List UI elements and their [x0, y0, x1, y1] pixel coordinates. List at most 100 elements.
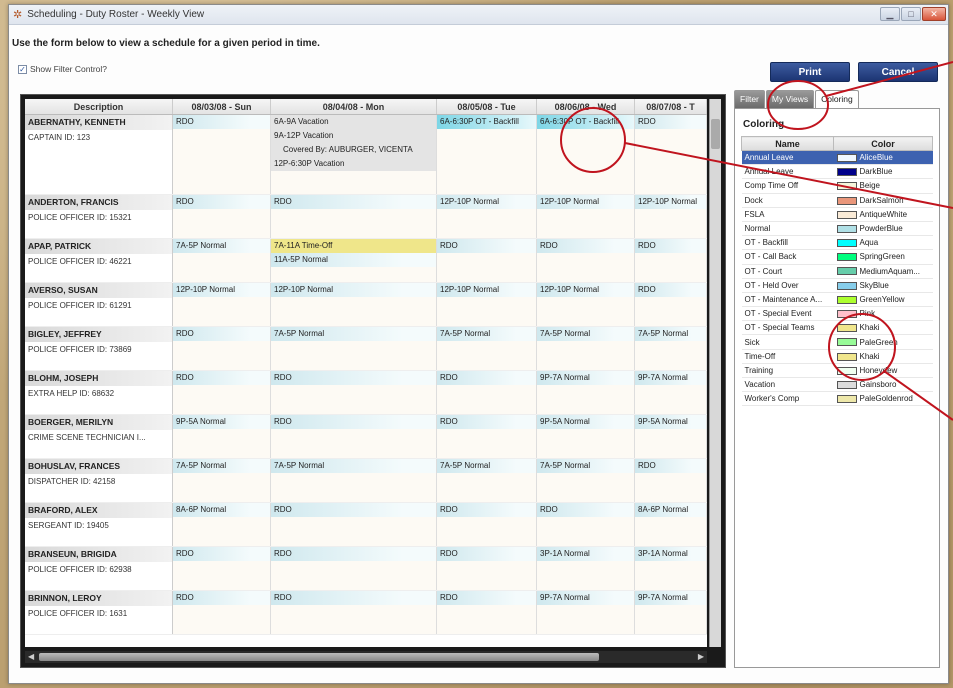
shift-entry[interactable]: RDO: [173, 327, 270, 341]
coloring-row[interactable]: Worker's Comp PaleGoldenrod: [741, 391, 933, 407]
schedule-cell[interactable]: 9P-5A Normal: [537, 415, 635, 458]
schedule-cell[interactable]: RDO: [173, 115, 271, 194]
schedule-cell[interactable]: 12P-10P Normal: [537, 283, 635, 326]
shift-entry[interactable]: 12P-10P Normal: [173, 283, 270, 297]
schedule-cell[interactable]: 7A-5P Normal: [271, 327, 437, 370]
schedule-cell[interactable]: 7A-5P Normal: [537, 327, 635, 370]
shift-entry[interactable]: 6A-6:30P OT - Backfill: [537, 115, 634, 129]
column-header[interactable]: 08/04/08 - Mon: [271, 99, 437, 114]
shift-entry[interactable]: 8A-6P Normal: [173, 503, 270, 517]
coloring-color[interactable]: Khaki: [833, 349, 933, 364]
shift-entry[interactable]: RDO: [271, 591, 436, 605]
shift-entry[interactable]: RDO: [173, 547, 270, 561]
schedule-cell[interactable]: 7A-5P Normal: [635, 327, 707, 370]
coloring-color[interactable]: DarkBlue: [833, 164, 933, 180]
schedule-cell[interactable]: 12P-10P Normal: [271, 283, 437, 326]
schedule-cell[interactable]: 12P-10P Normal: [635, 195, 707, 238]
schedule-cell[interactable]: 9P-7A Normal: [635, 591, 707, 634]
shift-entry[interactable]: 12P-6:30P Vacation: [271, 157, 436, 171]
schedule-cell[interactable]: 7A-5P Normal: [173, 459, 271, 502]
coloring-row[interactable]: Comp Time Off Beige: [741, 178, 933, 194]
coloring-row[interactable]: OT - Special Event Pink: [741, 306, 933, 322]
schedule-cell[interactable]: 12P-10P Normal: [437, 283, 537, 326]
vertical-scrollbar[interactable]: [709, 99, 721, 647]
column-header[interactable]: 08/03/08 - Sun: [173, 99, 271, 114]
coloring-row[interactable]: Normal PowderBlue: [741, 221, 933, 237]
shift-entry[interactable]: RDO: [173, 371, 270, 385]
coloring-row[interactable]: Sick PaleGreen: [741, 334, 933, 350]
shift-entry[interactable]: RDO: [173, 115, 270, 129]
shift-entry[interactable]: RDO: [437, 371, 536, 385]
shift-entry[interactable]: 9P-5A Normal: [635, 415, 706, 429]
shift-entry[interactable]: 6A-9A Vacation: [271, 115, 436, 129]
shift-entry[interactable]: RDO: [437, 591, 536, 605]
schedule-cell[interactable]: 6A-6:30P OT - Backfill: [437, 115, 537, 194]
schedule-cell[interactable]: 7A-11A Time-Off 11A-5P Normal: [271, 239, 437, 282]
coloring-row[interactable]: OT - Backfill Aqua: [741, 235, 933, 251]
shift-entry[interactable]: 7A-5P Normal: [635, 327, 706, 341]
shift-entry[interactable]: 9A-12P Vacation: [271, 129, 436, 143]
coloring-color[interactable]: Gainsboro: [833, 377, 933, 393]
shift-entry[interactable]: 12P-10P Normal: [271, 283, 436, 297]
schedule-cell[interactable]: RDO: [635, 283, 707, 326]
shift-entry[interactable]: RDO: [271, 547, 436, 561]
shift-entry[interactable]: RDO: [537, 239, 634, 253]
schedule-cell[interactable]: 7A-5P Normal: [173, 239, 271, 282]
schedule-cell[interactable]: RDO: [635, 239, 707, 282]
shift-entry[interactable]: 9P-5A Normal: [173, 415, 270, 429]
show-filter-checkbox[interactable]: ✓: [18, 64, 27, 74]
schedule-cell[interactable]: 9P-5A Normal: [635, 415, 707, 458]
schedule-cell[interactable]: RDO: [437, 415, 537, 458]
horizontal-scroll-thumb[interactable]: [39, 653, 599, 661]
shift-entry[interactable]: 12P-10P Normal: [437, 283, 536, 297]
tab-coloring[interactable]: Coloring: [815, 90, 859, 108]
column-header[interactable]: 08/05/08 - Tue: [437, 99, 537, 114]
coloring-color[interactable]: Aqua: [833, 235, 933, 251]
maximize-button[interactable]: □: [901, 7, 921, 21]
schedule-cell[interactable]: 12P-10P Normal: [173, 283, 271, 326]
schedule-cell[interactable]: RDO: [173, 327, 271, 370]
shift-entry[interactable]: 12P-10P Normal: [537, 195, 634, 209]
schedule-cell[interactable]: RDO: [173, 591, 271, 634]
schedule-cell[interactable]: 3P-1A Normal: [635, 547, 707, 590]
shift-entry[interactable]: 3P-1A Normal: [537, 547, 634, 561]
coloring-row[interactable]: OT - Maintenance A... GreenYellow: [741, 292, 933, 308]
schedule-cell[interactable]: RDO: [173, 371, 271, 414]
coloring-color[interactable]: DarkSalmon: [833, 193, 933, 208]
coloring-row[interactable]: Annual Leave DarkBlue: [741, 164, 933, 180]
schedule-cell[interactable]: 7A-5P Normal: [437, 459, 537, 502]
shift-entry[interactable]: RDO: [635, 459, 706, 473]
shift-entry[interactable]: RDO: [173, 591, 270, 605]
shift-entry[interactable]: Covered By: AUBURGER, VICENTA: [271, 143, 436, 157]
shift-entry[interactable]: 9P-7A Normal: [537, 371, 634, 385]
close-button[interactable]: ✕: [922, 7, 946, 21]
shift-entry[interactable]: 9P-7A Normal: [635, 591, 706, 605]
column-header[interactable]: Description: [25, 99, 173, 114]
schedule-cell[interactable]: 9P-7A Normal: [537, 591, 635, 634]
schedule-cell[interactable]: RDO: [437, 591, 537, 634]
schedule-cell[interactable]: RDO: [271, 371, 437, 414]
shift-entry[interactable]: 8A-6P Normal: [635, 503, 706, 517]
coloring-row[interactable]: Time-Off Khaki: [741, 349, 933, 364]
coloring-color[interactable]: Beige: [833, 178, 933, 194]
coloring-row[interactable]: Dock DarkSalmon: [741, 193, 933, 208]
shift-entry[interactable]: RDO: [271, 415, 436, 429]
tab-filter[interactable]: Filter: [734, 90, 765, 108]
schedule-cell[interactable]: 7A-5P Normal: [437, 327, 537, 370]
horizontal-scrollbar[interactable]: ◀ ▶: [25, 651, 707, 663]
coloring-color[interactable]: PowderBlue: [833, 221, 933, 237]
shift-entry[interactable]: 7A-5P Normal: [437, 459, 536, 473]
schedule-cell[interactable]: 9P-5A Normal: [173, 415, 271, 458]
column-header[interactable]: 08/07/08 - T: [635, 99, 707, 114]
shift-entry[interactable]: RDO: [437, 547, 536, 561]
minimize-button[interactable]: ▁: [880, 7, 900, 21]
tab-my-views[interactable]: My Views: [765, 90, 815, 108]
shift-entry[interactable]: 7A-5P Normal: [271, 459, 436, 473]
schedule-cell[interactable]: 6A-9A Vacation 9A-12P Vacation Covered By:…: [271, 115, 437, 194]
schedule-cell[interactable]: RDO: [173, 547, 271, 590]
shift-entry[interactable]: RDO: [173, 195, 270, 209]
schedule-cell[interactable]: 7A-5P Normal: [271, 459, 437, 502]
schedule-cell[interactable]: RDO: [271, 591, 437, 634]
shift-entry[interactable]: RDO: [437, 503, 536, 517]
schedule-cell[interactable]: RDO: [437, 371, 537, 414]
